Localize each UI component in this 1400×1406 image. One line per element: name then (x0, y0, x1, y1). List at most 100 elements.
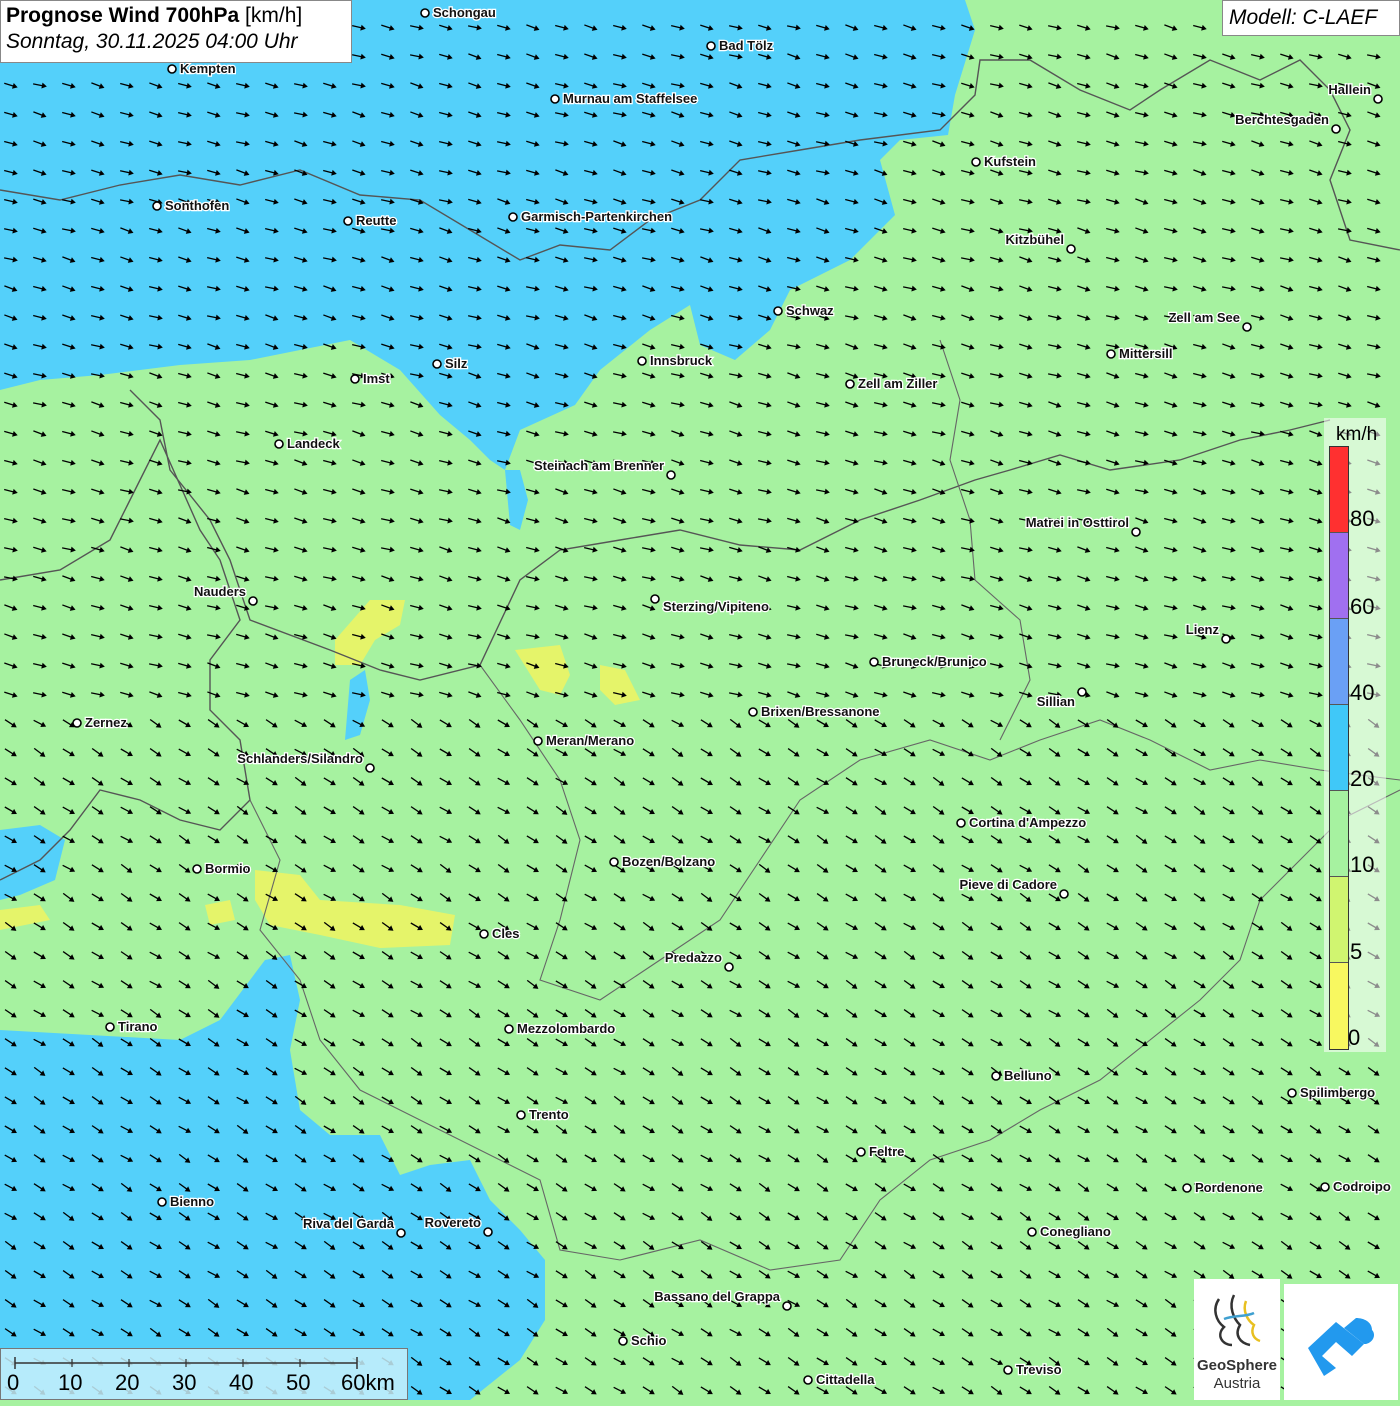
city-dot (72, 718, 82, 728)
city-dot (1059, 889, 1069, 899)
city-label: Reutte (356, 213, 396, 228)
legend-tick-0: 0 (1348, 1025, 1361, 1050)
city-label: Bad Tölz (719, 38, 774, 53)
city-dot (637, 356, 647, 366)
city-label: Pieve di Cadore (959, 877, 1057, 892)
city-label: Zernez (85, 715, 127, 730)
city-dot (706, 41, 716, 51)
city-label: Zell am Ziller (858, 376, 937, 391)
city-dot (248, 596, 258, 606)
city-dot (856, 1147, 866, 1157)
city-dot (504, 1024, 514, 1034)
city-label: Sterzing/Vipiteno (663, 599, 769, 614)
city-label: Nauders (194, 584, 246, 599)
city-dot (666, 470, 676, 480)
city-dot (343, 216, 353, 226)
city-label: Kempten (180, 61, 236, 76)
city-dot (803, 1375, 813, 1385)
city-dot (167, 64, 177, 74)
city-label: Landeck (287, 436, 341, 451)
city-label: Schio (631, 1333, 666, 1348)
city-dot (748, 707, 758, 717)
city-label: Cortina d'Ampezzo (969, 815, 1086, 830)
city-dot (396, 1228, 406, 1238)
city-dot (1320, 1182, 1330, 1192)
city-label: Trento (529, 1107, 569, 1122)
geosphere-logo[interactable]: GeoSphere Austria (1194, 1279, 1280, 1400)
city-dot (1066, 244, 1076, 254)
city-dot (618, 1336, 628, 1346)
city-dot (508, 212, 518, 222)
city-dot (1221, 634, 1231, 644)
city-label: Garmisch-Partenkirchen (521, 209, 672, 224)
city-label: Bassano del Grappa (654, 1289, 780, 1304)
scale-label-0: 0 (7, 1370, 20, 1395)
city-label: Imst (363, 371, 390, 386)
city-label: Schongau (433, 5, 496, 20)
city-label: Kitzbühel (1006, 232, 1065, 247)
city-label: Conegliano (1040, 1224, 1111, 1239)
city-label: Spilimbergo (1300, 1085, 1375, 1100)
city-label: Brixen/Bressanone (761, 704, 880, 719)
city-marker: Bozen/Bolzano (609, 853, 716, 870)
city-label: Treviso (1016, 1362, 1062, 1377)
legend-tick-5: 5 (1350, 939, 1363, 964)
city-dot (1003, 1365, 1013, 1375)
city-label: Bormio (205, 861, 251, 876)
legend-tick-80: 80 (1350, 506, 1375, 531)
city-label: Matrei in Osttirol (1026, 515, 1129, 530)
legend-seg-60 (1330, 533, 1348, 619)
city-label: Mittersill (1119, 346, 1172, 361)
wind-map[interactable]: Schongau Bad Tölz Kempten Murnau am Staffel… (0, 0, 1400, 1400)
city-label: Pordenone (1195, 1180, 1263, 1195)
city-label: Murnau am Staffelsee (563, 91, 697, 106)
map-title-unit: [km/h] (245, 4, 303, 27)
legend-seg-5 (1330, 877, 1348, 963)
city-marker: Brixen/Bressanone (748, 703, 881, 720)
city-dot (724, 962, 734, 972)
map-title: Prognose Wind 700hPa [km/h] (6, 4, 346, 28)
city-dot (479, 929, 489, 939)
warn-app-logo-icon (1308, 1318, 1374, 1376)
city-label: Predazzo (665, 950, 722, 965)
legend-tick-40: 40 (1350, 680, 1375, 705)
city-dot (773, 306, 783, 316)
model-label: Modell: C-LAEF (1222, 0, 1400, 36)
city-label: Cittadella (816, 1372, 875, 1387)
city-dot (1077, 687, 1087, 697)
scale-label-10: 10 (58, 1370, 83, 1395)
city-label: Schwaz (786, 303, 834, 318)
legend-seg-0 (1330, 963, 1348, 1049)
geosphere-sub: Austria (1213, 1375, 1261, 1392)
city-label: Bozen/Bolzano (622, 854, 715, 869)
city-marker: Mezzolombardo (504, 1020, 617, 1037)
city-dot (516, 1110, 526, 1120)
city-dot (1131, 527, 1141, 537)
city-marker: Bruneck/Brunico (869, 653, 988, 670)
city-label: Feltre (869, 1144, 904, 1159)
city-label: Schlanders/Silandro (237, 751, 363, 766)
city-label: Sillian (1037, 694, 1075, 709)
city-dot (105, 1022, 115, 1032)
city-label: Silz (445, 356, 468, 371)
map-title-main: Prognose Wind 700hPa (6, 4, 240, 27)
city-dot (1331, 124, 1341, 134)
city-label: Zell am See (1168, 310, 1240, 325)
city-dot (869, 657, 879, 667)
city-dot (1287, 1088, 1297, 1098)
city-dot (274, 439, 284, 449)
city-label: Bienno (170, 1194, 214, 1209)
city-dot (350, 374, 360, 384)
city-dot (1242, 322, 1252, 332)
city-marker: Pordenone (1182, 1179, 1264, 1196)
city-label: Rovereto (425, 1215, 481, 1230)
city-label: Cles (492, 926, 519, 941)
city-label: Codroipo (1333, 1179, 1391, 1194)
city-label: Riva del Garda (303, 1216, 395, 1231)
legend-tick-10: 10 (1350, 852, 1375, 877)
city-dot (991, 1071, 1001, 1081)
scale-label-30: 30 (172, 1370, 197, 1395)
warn-app-logo[interactable] (1284, 1284, 1398, 1400)
legend-unit: km/h (1336, 424, 1378, 445)
city-dot (192, 864, 202, 874)
